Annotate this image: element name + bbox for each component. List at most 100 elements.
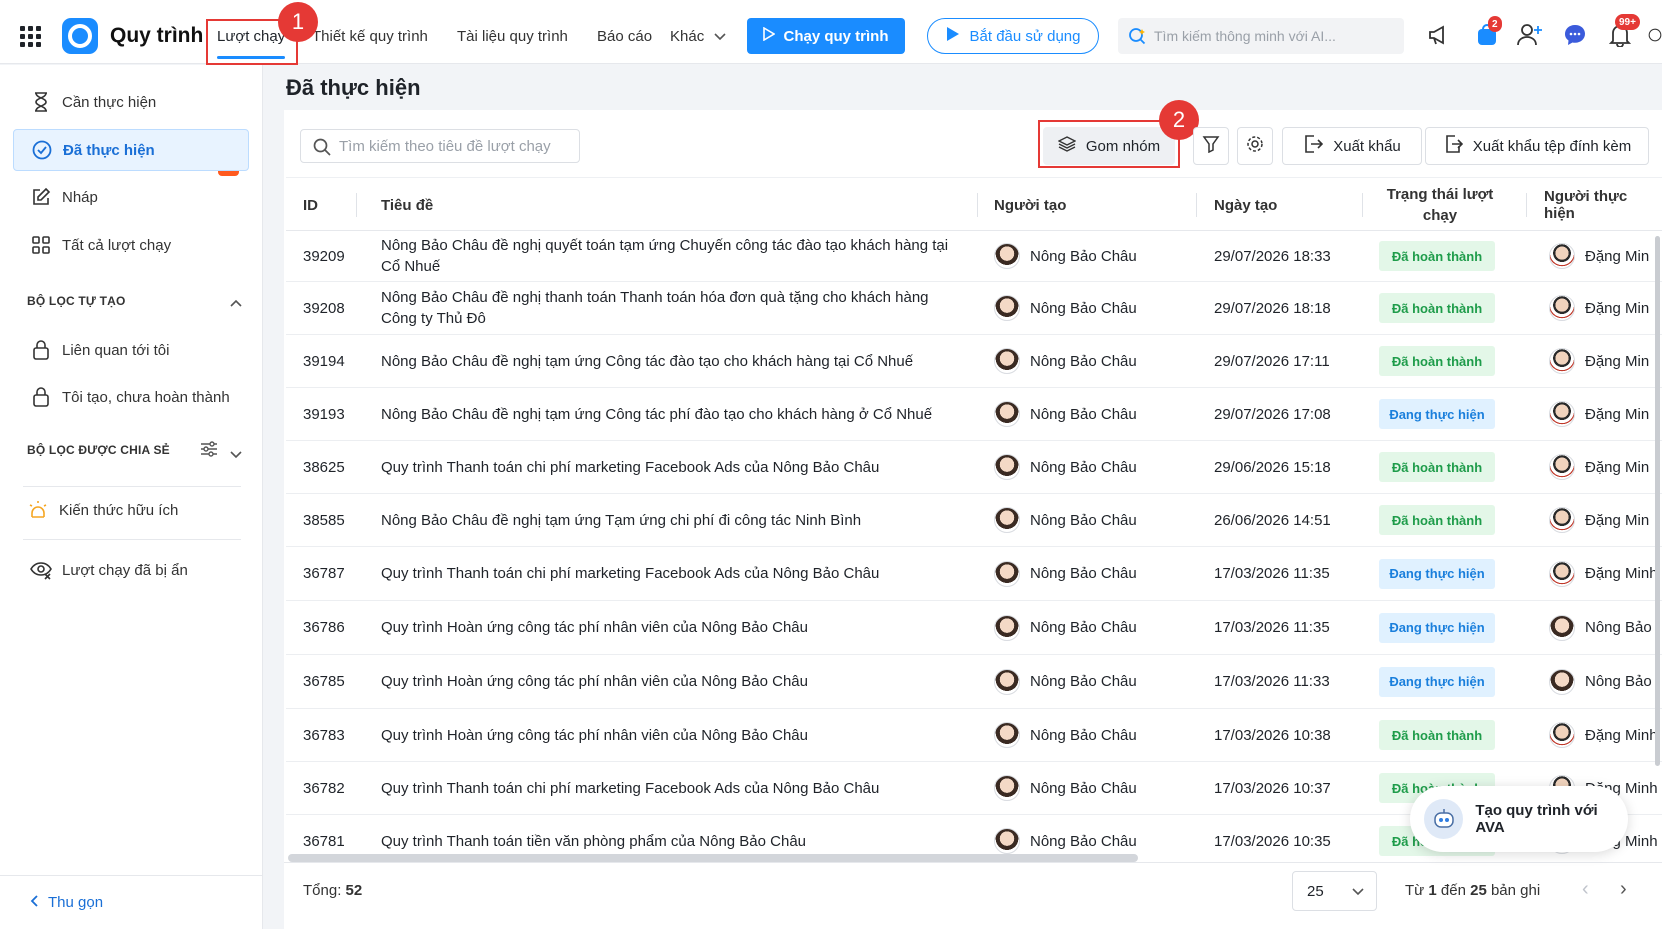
vertical-scrollbar[interactable] (1655, 236, 1660, 766)
collapse-sidebar-button[interactable]: Thu gọn (0, 875, 263, 929)
row-created-date: 17/03/2026 11:33 (1214, 673, 1330, 690)
status-badge: Đang thực hiện (1379, 666, 1495, 697)
sidebar-item-label: Nháp (62, 188, 98, 206)
row-status: Đã hoàn thành (1379, 709, 1495, 761)
row-assignee: Đặng Min (1549, 282, 1662, 334)
filter-icon (1202, 135, 1220, 157)
row-title[interactable]: Quy trình Hoàn ứng công tác phí nhân viê… (381, 709, 961, 761)
run-search-input[interactable]: Tìm kiếm theo tiêu đề lượt chạy (300, 129, 580, 163)
row-title[interactable]: Nông Bảo Châu đề nghị thanh toán Thanh t… (381, 282, 961, 334)
nav-khac[interactable]: Khác (670, 28, 726, 45)
help-icon[interactable] (1648, 22, 1662, 48)
row-creator: Nông Bảo Châu (994, 282, 1137, 334)
table-row[interactable]: 36787 Quy trình Thanh toán chi phí market… (286, 547, 1662, 601)
col-separator (1526, 193, 1527, 217)
assignee-name: Đặng Min (1585, 405, 1650, 423)
add-user-icon[interactable] (1517, 22, 1543, 48)
shopping-bag-icon[interactable]: 2 (1474, 16, 1502, 48)
sidebar-item-tat-ca-luot-chay[interactable]: Tất cả lượt chạy (13, 224, 249, 266)
sidebar-item-kien-thuc-huu-ich[interactable]: Kiến thức hữu ích (13, 489, 249, 531)
col-separator (1362, 193, 1363, 217)
avatar (994, 401, 1020, 427)
col-separator (356, 193, 357, 217)
sidebar-item-can-thuc-hien[interactable]: Cần thực hiện (13, 81, 249, 123)
table-row[interactable]: 39208 Nông Bảo Châu đề nghị thanh toán Th… (286, 282, 1662, 335)
table-row[interactable]: 36785 Quy trình Hoàn ứng công tác phí nhâ… (286, 655, 1662, 709)
creator-name: Nông Bảo Châu (1030, 511, 1137, 529)
run-process-button[interactable]: Chạy quy trình (747, 18, 905, 54)
nav-bao-cao[interactable]: Báo cáo (597, 28, 652, 45)
app-logo-icon (62, 18, 98, 54)
table-row[interactable]: 39194 Nông Bảo Châu đề nghị tạm ứng Công … (286, 335, 1662, 388)
row-title[interactable]: Nông Bảo Châu đề nghị tạm ứng Tạm ứng ch… (381, 494, 961, 546)
range-from: 1 (1428, 882, 1437, 899)
avatar (994, 454, 1020, 480)
nav-tai-lieu-quy-trinh[interactable]: Tài liệu quy trình (457, 28, 568, 45)
sidebar-item-label: Liên quan tới tôi (62, 341, 170, 359)
col-separator (1196, 193, 1197, 217)
row-title-text: Quy trình Thanh toán chi phí marketing F… (381, 458, 880, 476)
assignee-name: Nông Bảo (1585, 619, 1652, 636)
total-count: Tổng: 52 (303, 882, 362, 899)
chat-icon[interactable] (1562, 22, 1588, 48)
row-title[interactable]: Quy trình Thanh toán chi phí marketing F… (381, 441, 961, 493)
col-id[interactable]: ID (303, 178, 318, 232)
sidebar-item-label: Kiến thức hữu ích (59, 501, 179, 519)
settings-button[interactable] (1237, 127, 1273, 165)
sliders-icon[interactable] (200, 441, 218, 461)
table-row[interactable]: 36783 Quy trình Hoàn ứng công tác phí nhâ… (286, 709, 1662, 762)
sidebar-item-da-thuc-hien[interactable]: Đã thực hiện (13, 129, 249, 171)
table-row[interactable]: 39209 Nông Bảo Châu đề nghị quyết toán tạ… (286, 231, 1662, 282)
row-title[interactable]: Nông Bảo Châu đề nghị quyết toán tạm ứng… (381, 231, 961, 281)
sidebar-item-toi-tao-chua-hoan-thanh[interactable]: Tôi tạo, chưa hoàn thành (13, 376, 249, 418)
create-with-ava-button[interactable]: Tạo quy trình với AVA (1410, 786, 1628, 852)
megaphone-icon[interactable] (1426, 22, 1452, 48)
creator-name: Nông Bảo Châu (1030, 352, 1137, 370)
run-search-placeholder: Tìm kiếm theo tiêu đề lượt chạy (339, 137, 551, 155)
bell-icon[interactable]: 99+ (1607, 14, 1640, 48)
table-row[interactable]: 38585 Nông Bảo Châu đề nghị tạm ứng Tạm ứ… (286, 494, 1662, 547)
sidebar-item-lien-quan-toi-toi[interactable]: Liên quan tới tôi (13, 329, 249, 371)
row-title[interactable]: Quy trình Thanh toán chi phí marketing F… (381, 762, 961, 814)
app-title: Quy trình (110, 24, 204, 47)
row-creator: Nông Bảo Châu (994, 231, 1137, 281)
col-created-date[interactable]: Ngày tạo (1214, 178, 1277, 232)
range-mid: đến (1440, 882, 1466, 899)
table-row[interactable]: 38625 Quy trình Thanh toán chi phí market… (286, 441, 1662, 494)
row-title[interactable]: Quy trình Thanh toán chi phí marketing F… (381, 547, 961, 600)
page-size-select[interactable]: 25 (1292, 871, 1377, 911)
record-range: Từ 1 đến 25 bản ghi (1405, 882, 1540, 899)
export-button[interactable]: Xuất khẩu (1282, 127, 1422, 165)
filter-button[interactable] (1193, 127, 1229, 165)
row-id: 38585 (303, 511, 345, 529)
chevron-down-icon[interactable] (230, 446, 242, 463)
horizontal-scrollbar[interactable] (288, 854, 1138, 862)
table-row[interactable]: 36786 Quy trình Hoàn ứng công tác phí nhâ… (286, 601, 1662, 655)
row-title[interactable]: Quy trình Hoàn ứng công tác phí nhân viê… (381, 601, 961, 654)
row-title[interactable]: Nông Bảo Châu đề nghị tạm ứng Công tác p… (381, 388, 961, 440)
table-row[interactable]: 39193 Nông Bảo Châu đề nghị tạm ứng Công … (286, 388, 1662, 441)
next-page-icon[interactable]: › (1620, 878, 1627, 901)
row-title-text: Quy trình Thanh toán chi phí marketing F… (381, 779, 880, 797)
row-title[interactable]: Nông Bảo Châu đề nghị tạm ứng Công tác đ… (381, 335, 961, 387)
table-header: ID Tiêu đề Người tạo Ngày tạo Trạng thái… (286, 177, 1662, 231)
start-using-button[interactable]: Bắt đầu sử dụng (927, 18, 1099, 54)
sidebar-item-nhap[interactable]: Nháp (13, 176, 249, 218)
row-created-date: 29/07/2026 17:08 (1214, 405, 1331, 423)
sidebar-item-label: Đã thực hiện (63, 141, 155, 159)
search-icon (313, 138, 331, 160)
col-assignee[interactable]: Người thực hiện (1544, 178, 1662, 232)
export-attachments-button[interactable]: Xuất khẩu tệp đính kèm (1425, 127, 1649, 165)
prev-page-icon[interactable]: ‹ (1582, 878, 1589, 901)
chevron-up-icon[interactable] (230, 294, 242, 311)
row-title[interactable]: Quy trình Hoàn ứng công tác phí nhân viê… (381, 655, 961, 708)
row-id: 36787 (303, 565, 345, 582)
col-status[interactable]: Trạng thái lượt chạy (1370, 178, 1510, 232)
nav-thiet-ke-quy-trinh[interactable]: Thiết kế quy trình (312, 28, 428, 45)
ai-search-input[interactable]: Tìm kiếm thông minh với AI... (1118, 18, 1404, 54)
col-creator[interactable]: Người tạo (994, 178, 1066, 232)
ava-label: Tạo quy trình với AVA (1475, 802, 1598, 836)
apps-grid-icon[interactable] (20, 26, 41, 47)
sidebar-item-luot-chay-da-bi-an[interactable]: Lượt chạy đã bị ẩn (13, 549, 249, 591)
col-title[interactable]: Tiêu đề (381, 178, 433, 232)
